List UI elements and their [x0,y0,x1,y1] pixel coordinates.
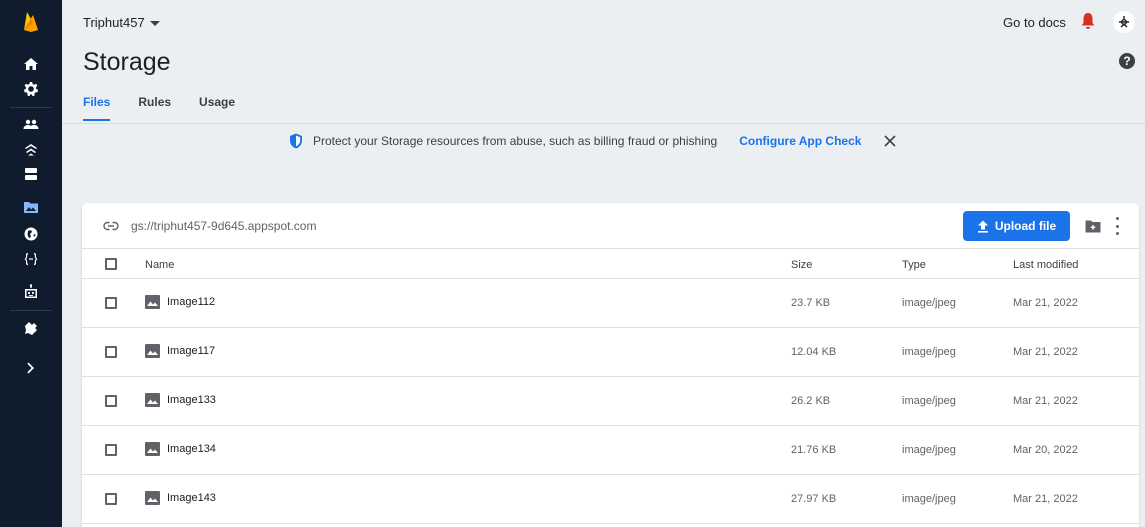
configure-app-check-link[interactable]: Configure App Check [739,134,861,148]
file-name-cell[interactable]: Image112 [145,295,215,309]
column-name[interactable]: Name [145,259,174,271]
file-name-cell[interactable]: Image133 [145,393,216,407]
page-title: Storage [83,48,171,76]
table-header: Name Size Type Last modified [82,249,1139,279]
image-file-icon [145,491,160,505]
file-name-cell[interactable]: Image117 [145,344,215,358]
account-glyph-icon [1119,16,1129,28]
row-checkbox[interactable] [105,444,117,456]
file-size: 23.7 KB [791,297,831,309]
image-file-icon [145,393,160,407]
help-icon[interactable]: ? [1119,53,1135,69]
account-avatar[interactable] [1113,11,1135,33]
file-size: 26.2 KB [791,395,831,407]
column-type[interactable]: Type [902,259,926,271]
storage-folder-icon[interactable] [23,199,39,215]
notification-bell-icon[interactable] [1080,12,1096,30]
chevron-right-icon[interactable] [23,360,39,376]
upload-file-label: Upload file [994,219,1057,233]
shield-icon [290,133,302,149]
database-icon[interactable] [23,166,39,182]
table-row[interactable]: Image143 27.97 KB image/jpeg Mar 21, 202… [82,475,1139,524]
file-modified: Mar 21, 2022 [1013,346,1078,358]
image-file-icon [145,295,160,309]
file-size: 12.04 KB [791,346,837,358]
file-size: 21.76 KB [791,444,837,456]
file-type: image/jpeg [902,444,956,456]
top-bar: Triphut457 [62,0,1145,44]
file-modified: Mar 21, 2022 [1013,297,1078,309]
files-card: gs://triphut457-9d645.appspot.com Upload… [82,203,1139,527]
new-folder-icon[interactable] [1085,219,1101,233]
tab-rules[interactable]: Rules [138,95,171,121]
home-icon[interactable] [23,56,39,72]
column-size[interactable]: Size [791,259,812,271]
globe-icon[interactable] [23,226,39,242]
row-checkbox[interactable] [105,395,117,407]
go-to-docs-link[interactable]: Go to docs [1003,15,1066,30]
more-options-icon[interactable] [1116,217,1120,235]
row-checkbox[interactable] [105,346,117,358]
file-name-cell[interactable]: Image134 [145,442,216,456]
app-check-banner: Protect your Storage resources from abus… [289,131,897,151]
file-type: image/jpeg [902,346,956,358]
table-row[interactable]: Image134 21.76 KB image/jpeg Mar 20, 202… [82,426,1139,475]
functions-icon[interactable] [23,251,39,267]
table-row[interactable]: Image117 12.04 KB image/jpeg Mar 21, 202… [82,328,1139,377]
file-name-cell[interactable]: Image143 [145,491,216,505]
gear-icon[interactable] [23,81,39,97]
firebase-logo-icon[interactable] [21,10,41,32]
upload-icon [977,220,988,233]
chevron-down-icon [149,21,160,26]
table-row[interactable]: Image133 26.2 KB image/jpeg Mar 21, 2022 [82,377,1139,426]
tab-files[interactable]: Files [83,95,111,121]
rail-divider [10,107,52,108]
project-selector[interactable]: Triphut457 [83,15,160,30]
tab-divider [62,123,1145,124]
image-file-icon [145,344,160,358]
robot-icon[interactable] [23,284,39,300]
file-size: 27.97 KB [791,493,837,505]
select-all-checkbox[interactable] [105,258,117,270]
file-name: Image112 [167,296,216,308]
bucket-url: gs://triphut457-9d645.appspot.com [131,219,317,233]
file-modified: Mar 21, 2022 [1013,395,1078,407]
upload-file-button[interactable]: Upload file [963,211,1070,241]
close-icon[interactable] [883,134,897,148]
file-modified: Mar 21, 2022 [1013,493,1078,505]
people-icon[interactable] [23,116,39,132]
table-row[interactable]: Image112 23.7 KB image/jpeg Mar 21, 2022 [82,279,1139,328]
cloud-signal-icon[interactable] [23,141,39,157]
file-name: Image143 [167,492,216,504]
row-checkbox[interactable] [105,297,117,309]
left-nav-rail [0,0,62,527]
file-name: Image117 [167,345,216,357]
column-last-modified[interactable]: Last modified [1013,259,1078,271]
bucket-path[interactable]: gs://triphut457-9d645.appspot.com [103,219,316,233]
file-name: Image133 [167,394,216,406]
rail-divider [10,310,52,311]
project-name: Triphut457 [83,15,145,30]
extensions-icon[interactable] [23,320,39,336]
link-icon [103,221,119,231]
banner-message: Protect your Storage resources from abus… [313,134,718,148]
tab-usage[interactable]: Usage [199,95,235,121]
bucket-toolbar: gs://triphut457-9d645.appspot.com Upload… [82,203,1139,249]
file-type: image/jpeg [902,297,956,309]
file-type: image/jpeg [902,493,956,505]
file-modified: Mar 20, 2022 [1013,444,1078,456]
tab-bar: Files Rules Usage [83,95,263,121]
row-checkbox[interactable] [105,493,117,505]
image-file-icon [145,442,160,456]
file-type: image/jpeg [902,395,956,407]
file-name: Image134 [167,443,216,455]
